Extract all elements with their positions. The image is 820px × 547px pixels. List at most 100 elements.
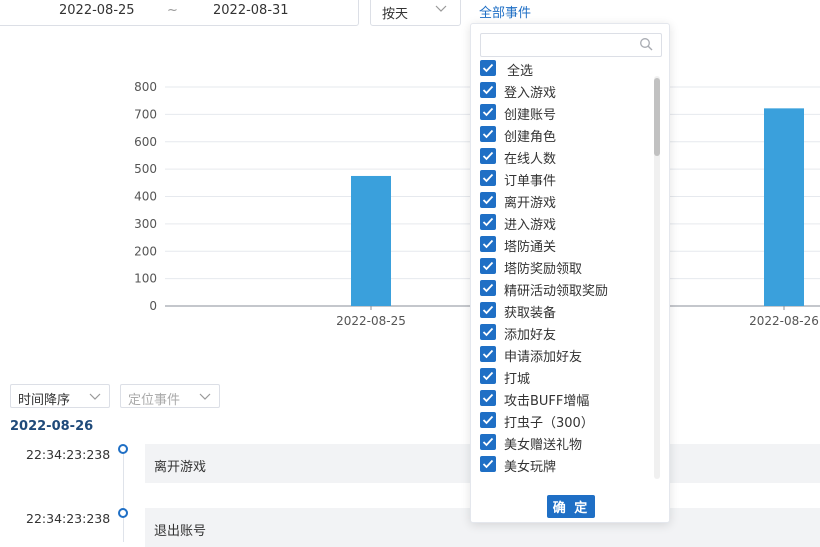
timeline-line bbox=[123, 452, 124, 542]
date-range-picker[interactable]: 2022-08-25 ~ 2022-08-31 bbox=[0, 0, 359, 26]
event-option[interactable]: 美女赠送礼物 bbox=[480, 432, 656, 454]
y-tick-label: 500 bbox=[134, 162, 157, 176]
checkbox-checked-icon[interactable] bbox=[480, 192, 496, 208]
event-option-label: 美女玩牌 bbox=[504, 460, 557, 475]
checkbox-checked-icon[interactable] bbox=[480, 214, 496, 230]
event-option-label: 创建账号 bbox=[504, 108, 557, 123]
event-option-label: 离开游戏 bbox=[504, 196, 557, 211]
event-option[interactable]: 获取装备 bbox=[480, 300, 656, 322]
locate-event-placeholder: 定位事件 bbox=[128, 393, 181, 408]
x-tick-label: 2022-08-26 bbox=[749, 314, 819, 328]
event-option-label: 订单事件 bbox=[504, 174, 557, 189]
chevron-down-icon bbox=[89, 393, 101, 400]
event-option-label: 申请添加好友 bbox=[504, 350, 583, 365]
scrollbar-thumb[interactable] bbox=[654, 78, 660, 156]
chart-bar bbox=[764, 108, 804, 306]
y-tick-label: 200 bbox=[134, 244, 157, 258]
timeline-entry-time: 22:34:23:238 bbox=[26, 511, 111, 526]
event-option[interactable]: 离开游戏 bbox=[480, 190, 656, 212]
sort-order-value: 时间降序 bbox=[18, 393, 71, 408]
event-option-label: 打城 bbox=[504, 372, 531, 387]
event-option[interactable]: 打城 bbox=[480, 366, 656, 388]
locate-event-select[interactable]: 定位事件 bbox=[120, 384, 220, 408]
date-start[interactable]: 2022-08-25 bbox=[59, 3, 135, 18]
chevron-down-icon bbox=[199, 393, 211, 400]
y-tick-label: 600 bbox=[134, 135, 157, 149]
checkbox-checked-icon[interactable] bbox=[480, 368, 496, 384]
sort-order-select[interactable]: 时间降序 bbox=[10, 384, 110, 408]
event-option[interactable] bbox=[480, 476, 656, 478]
y-tick-label: 800 bbox=[134, 80, 157, 94]
checkbox-checked-icon[interactable] bbox=[480, 148, 496, 164]
checkbox-checked-icon[interactable] bbox=[480, 280, 496, 296]
date-end[interactable]: 2022-08-31 bbox=[213, 3, 289, 18]
event-option[interactable]: 创建角色 bbox=[480, 124, 656, 146]
event-option-list[interactable]: 全选登入游戏创建账号创建角色在线人数订单事件离开游戏进入游戏塔防通关塔防奖励领取… bbox=[471, 58, 657, 478]
event-option[interactable]: 塔防奖励领取 bbox=[480, 256, 656, 278]
event-option[interactable]: 塔防通关 bbox=[480, 234, 656, 256]
event-count-bar-chart: 0 100 200 300 400 500 600 700 800 2022-08-25 2022-… bbox=[134, 80, 820, 328]
event-option-label: 精研活动领取奖励 bbox=[504, 284, 609, 299]
checkbox-checked-icon[interactable] bbox=[480, 434, 496, 450]
y-tick-label: 300 bbox=[134, 217, 157, 231]
chart-bar bbox=[351, 175, 391, 306]
timeline-entry-time: 22:34:23:238 bbox=[26, 447, 111, 462]
timeline-dot bbox=[118, 508, 128, 518]
event-option[interactable]: 美女玩牌 bbox=[480, 454, 656, 476]
event-filter-trigger[interactable]: 全部事件 bbox=[479, 2, 531, 21]
event-option-label: 塔防通关 bbox=[504, 240, 557, 255]
event-option-label: 创建角色 bbox=[504, 130, 557, 145]
checkbox-checked-icon[interactable] bbox=[480, 236, 496, 252]
event-option-label: 登入游戏 bbox=[504, 86, 557, 101]
event-option[interactable]: 申请添加好友 bbox=[480, 344, 656, 366]
timeline-dot bbox=[118, 444, 128, 454]
event-option-label: 美女赠送礼物 bbox=[504, 438, 583, 453]
event-option-label: 进入游戏 bbox=[504, 218, 557, 233]
chevron-down-icon bbox=[435, 5, 447, 12]
checkbox-checked-icon[interactable] bbox=[480, 346, 496, 362]
event-option[interactable]: 攻击BUFF增幅 bbox=[480, 388, 656, 410]
granularity-value: 按天 bbox=[382, 7, 409, 22]
event-filter-dropdown: 全选登入游戏创建账号创建角色在线人数订单事件离开游戏进入游戏塔防通关塔防奖励领取… bbox=[470, 23, 670, 523]
event-option[interactable]: 在线人数 bbox=[480, 146, 656, 168]
checkbox-checked-icon[interactable] bbox=[480, 126, 496, 142]
granularity-select[interactable]: 按天 bbox=[370, 0, 461, 26]
timeline-entry-event: 退出账号 bbox=[154, 524, 207, 539]
event-option-label: 添加好友 bbox=[504, 328, 557, 343]
event-option-label: 打虫子（300） bbox=[504, 416, 594, 431]
date-separator: ~ bbox=[167, 3, 178, 18]
checkbox-checked-icon[interactable] bbox=[480, 60, 496, 76]
checkbox-checked-icon[interactable] bbox=[480, 390, 496, 406]
y-tick-label: 0 bbox=[149, 299, 157, 313]
event-option-label: 攻击BUFF增幅 bbox=[504, 394, 590, 409]
select-all-option[interactable]: 全选 bbox=[480, 58, 656, 80]
event-option-label: 塔防奖励领取 bbox=[504, 262, 583, 277]
event-option-label: 获取装备 bbox=[504, 306, 557, 321]
y-tick-label: 700 bbox=[134, 107, 157, 121]
checkbox-checked-icon[interactable] bbox=[480, 82, 496, 98]
checkbox-checked-icon[interactable] bbox=[480, 104, 496, 120]
search-icon bbox=[640, 38, 653, 51]
checkbox-checked-icon[interactable] bbox=[480, 170, 496, 186]
checkbox-checked-icon[interactable] bbox=[480, 456, 496, 472]
checkbox-checked-icon[interactable] bbox=[480, 258, 496, 274]
event-option[interactable]: 登入游戏 bbox=[480, 80, 656, 102]
y-tick-label: 100 bbox=[134, 272, 157, 286]
confirm-button[interactable]: 确 定 bbox=[547, 495, 595, 518]
checkbox-checked-icon[interactable] bbox=[480, 324, 496, 340]
timeline-day-title: 2022-08-26 bbox=[10, 419, 94, 434]
event-option[interactable]: 精研活动领取奖励 bbox=[480, 278, 656, 300]
event-search-input[interactable] bbox=[480, 33, 662, 57]
event-option[interactable]: 添加好友 bbox=[480, 322, 656, 344]
select-all-label: 全选 bbox=[507, 64, 534, 79]
timeline-entry-event: 离开游戏 bbox=[154, 460, 207, 475]
event-option-label: 在线人数 bbox=[504, 152, 557, 167]
x-tick-label: 2022-08-25 bbox=[336, 314, 406, 328]
y-tick-label: 400 bbox=[134, 190, 157, 204]
event-option[interactable]: 创建账号 bbox=[480, 102, 656, 124]
checkbox-checked-icon[interactable] bbox=[480, 412, 496, 428]
event-option[interactable]: 打虫子（300） bbox=[480, 410, 656, 432]
checkbox-checked-icon[interactable] bbox=[480, 302, 496, 318]
event-option[interactable]: 订单事件 bbox=[480, 168, 656, 190]
event-option[interactable]: 进入游戏 bbox=[480, 212, 656, 234]
